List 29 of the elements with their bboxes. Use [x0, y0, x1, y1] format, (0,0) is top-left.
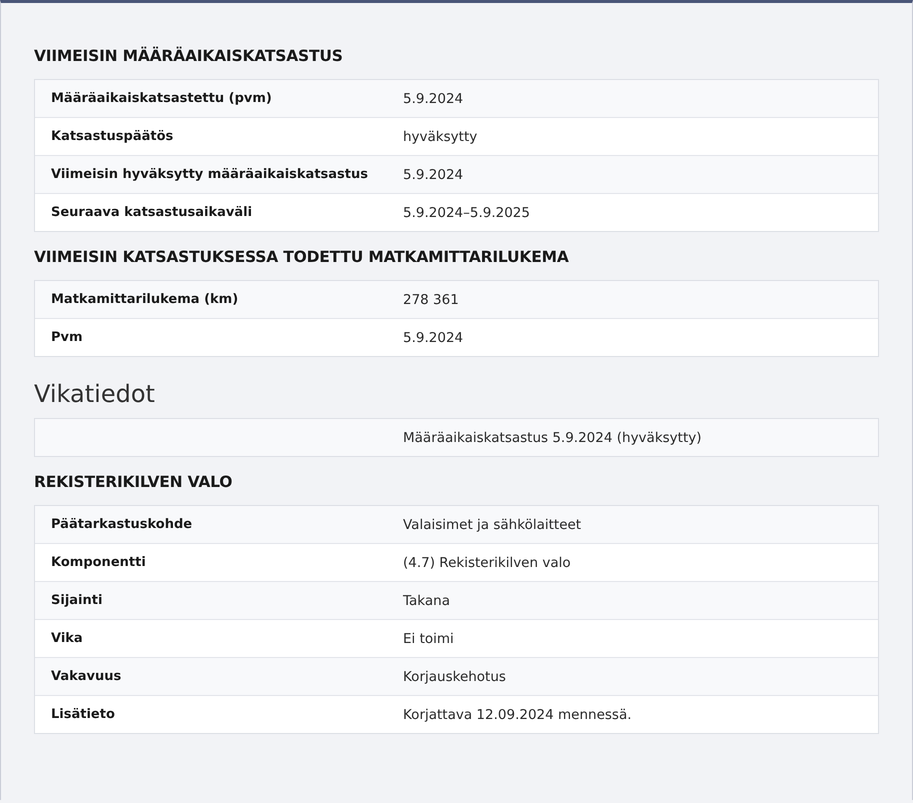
row-label: Viimeisin hyväksytty määräaikaiskatsastus	[51, 167, 368, 182]
row-value: 5.9.2024–5.9.2025	[403, 204, 530, 220]
row-value: Takana	[403, 592, 450, 608]
row-value: Korjauskehotus	[403, 668, 506, 684]
row-value: Valaisimet ja sähkölaitteet	[403, 516, 582, 532]
row-label: Komponentti	[51, 555, 146, 570]
row-label: Määräaikaiskatsastettu (pvm)	[51, 91, 272, 106]
section-heading: REKISTERIKILVEN VALO	[34, 472, 234, 493]
row-value: 5.9.2024	[403, 330, 464, 346]
row-label: Sijainti	[51, 593, 102, 608]
row-value: 278 361	[403, 292, 459, 308]
row-value: 5.9.2024	[403, 166, 464, 182]
row-label: Seuraava katsastusaikaväli	[51, 205, 252, 220]
row-value: Määräaikaiskatsastus 5.9.2024 (hyväksytty)	[403, 430, 702, 446]
row-value: Ei toimi	[403, 630, 454, 646]
row-value: hyväksytty	[403, 128, 478, 144]
row-label: Vika	[51, 631, 83, 646]
row-value: Korjattava 12.09.2024 mennessä.	[403, 706, 632, 722]
section-title: Vikatiedot	[34, 379, 156, 409]
row-value: 5.9.2024	[403, 90, 464, 106]
row-label: Lisätieto	[51, 707, 115, 722]
row-label: Matkamittarilukema (km)	[51, 292, 238, 307]
row-label: Pvm	[51, 330, 83, 345]
row-label: Päätarkastuskohde	[51, 517, 192, 532]
section-heading: VIIMEISIN MÄÄRÄAIKAISKATSASTUS	[34, 46, 344, 67]
row-label: Katsastuspäätös	[51, 129, 174, 144]
row-label: Vakavuus	[51, 669, 122, 684]
row-value: (4.7) Rekisterikilven valo	[403, 554, 571, 570]
section-heading: VIIMEISIN KATSASTUKSESSA TODETTU MATKAMITTARILUKEMA	[34, 247, 570, 268]
